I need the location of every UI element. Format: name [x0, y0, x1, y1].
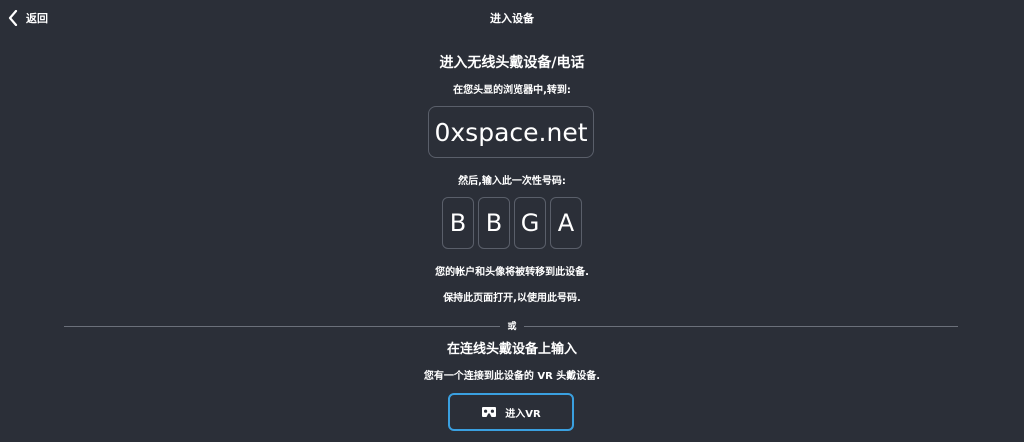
divider-right: [524, 326, 958, 327]
browser-instruction: 在您头显的浏览器中,转到:: [453, 85, 571, 96]
url-display: 0xspace.net: [428, 106, 594, 158]
tethered-heading: 在连线头戴设备上输入: [446, 342, 577, 357]
enter-vr-button[interactable]: 进入VR: [448, 393, 574, 431]
enter-vr-label: 进入VR: [505, 408, 541, 420]
code-instruction: 然后,输入此一次性号码:: [458, 176, 566, 187]
page-title: 进入设备: [490, 12, 534, 25]
tethered-description: 您有一个连接到此设备的 VR 头戴设备.: [423, 371, 601, 382]
code-char: G: [514, 197, 546, 249]
keep-open-note: 保持此页面打开,以使用此号码.: [443, 293, 581, 304]
code-char: A: [550, 197, 582, 249]
wireless-heading: 进入无线头戴设备/电话: [439, 55, 585, 71]
code-char: B: [442, 197, 474, 249]
transfer-note: 您的帐户和头像将被转移到此设备.: [435, 267, 589, 278]
vr-headset-icon: [482, 407, 497, 417]
one-time-code: B B G A: [0, 197, 1024, 249]
code-char: B: [478, 197, 510, 249]
top-bar: 返回 进入设备: [0, 0, 1024, 36]
